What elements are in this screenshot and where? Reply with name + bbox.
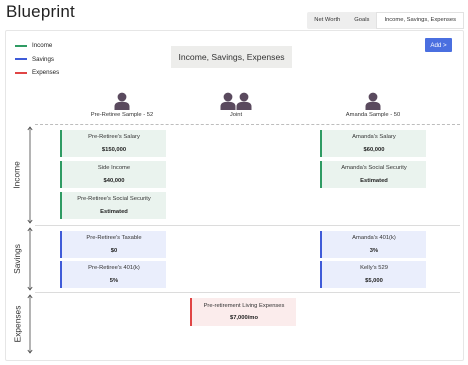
savings-card-kelly-529[interactable]: Kelly's 529 $5,000 [320,261,426,288]
legend-label-savings: Savings [32,55,55,63]
column-label-pre-retiree: Pre-Retiree Sample - 52 [90,112,154,118]
person-icon [114,92,130,110]
chart-title: Income, Savings, Expenses [171,46,292,68]
column-header-pre-retiree: Pre-Retiree Sample - 52 [66,92,178,118]
expense-card-living-expenses[interactable]: Pre-retirement Living Expenses $7,000/mo [190,298,296,326]
income-card-side-income[interactable]: Side Income $40,000 [60,161,166,188]
legend-swatch-expenses [15,71,27,74]
person-icon [365,92,381,110]
row-divider-income-savings [35,225,460,226]
column-label-amanda: Amanda Sample - 50 [345,112,401,118]
income-card-pre-retiree-social-security[interactable]: Pre-Retiree's Social Security Estimated [60,192,166,219]
legend-item-income: Income [15,39,59,53]
savings-card-pre-retiree-401k[interactable]: Pre-Retiree's 401(k) 5% [60,261,166,288]
add-button[interactable]: Add > [425,38,452,52]
row-label-income: Income [12,161,22,189]
legend-item-savings: Savings [15,53,59,67]
legend: Income Savings Expenses [15,39,59,80]
savings-card-pre-retiree-taxable[interactable]: Pre-Retiree's Taxable $0 [60,231,166,258]
people-icon [220,92,252,110]
blueprint-panel: Income Savings Expenses Income, Savings,… [5,30,464,361]
income-card-amanda-social-security[interactable]: Amanda's Social Security Estimated [320,161,426,188]
income-card-amanda-salary[interactable]: Amanda's Salary $60,000 [320,130,426,157]
legend-swatch-income [15,44,27,47]
tab-income-savings-expenses[interactable]: Income, Savings, Expenses [376,12,464,29]
row-label-savings: Savings [12,244,23,274]
expenses-axis-arrow [27,294,33,354]
legend-swatch-savings [15,58,27,61]
legend-item-expenses: Expenses [15,66,59,80]
savings-axis-arrow [27,227,33,291]
column-label-joint: Joint [229,112,243,118]
column-header-joint: Joint [191,92,281,118]
header-divider [35,124,460,125]
row-label-expenses: Expenses [12,305,22,343]
column-header-amanda: Amanda Sample - 50 [318,92,428,118]
income-card-pre-retiree-salary[interactable]: Pre-Retiree's Salary $150,000 [60,130,166,157]
savings-card-amanda-401k[interactable]: Amanda's 401(k) 3% [320,231,426,258]
tab-goals[interactable]: Goals [347,12,376,29]
legend-label-expenses: Expenses [32,69,60,77]
legend-label-income: Income [32,42,53,50]
row-divider-savings-expenses [35,292,460,293]
app-title: Blueprint [6,2,75,21]
income-axis-arrow [27,126,33,224]
tab-net-worth[interactable]: Net Worth [307,12,347,29]
tab-bar: Net Worth Goals Income, Savings, Expense… [307,12,464,29]
